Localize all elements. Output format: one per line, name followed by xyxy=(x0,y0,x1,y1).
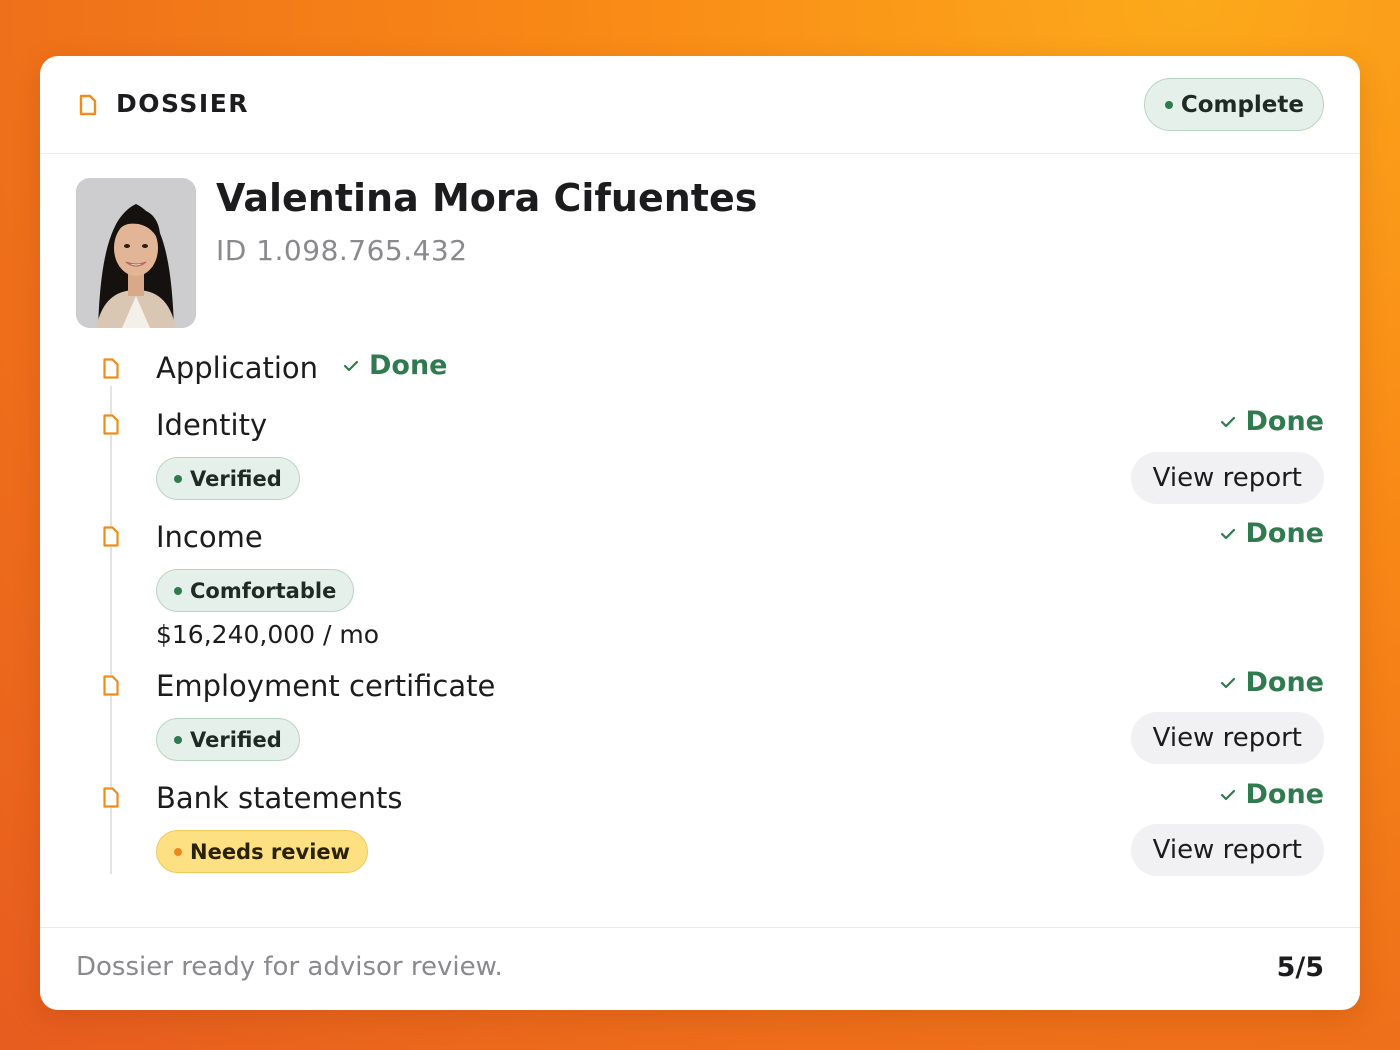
document-icon xyxy=(102,358,120,379)
card-header: DOSSIER Complete xyxy=(40,56,1360,154)
check-icon xyxy=(343,360,359,371)
badge-label: Needs review xyxy=(190,839,351,864)
badge-dot-icon xyxy=(174,586,182,595)
verification-badge: Verified xyxy=(156,718,300,761)
progress-count: 5/5 xyxy=(1276,952,1324,983)
step-title: Income xyxy=(156,520,263,554)
badge-label: Verified xyxy=(190,727,282,752)
status-dot-icon xyxy=(1164,100,1173,109)
step-status-label: Done xyxy=(1245,406,1325,437)
avatar xyxy=(76,178,196,328)
document-icon xyxy=(78,94,98,116)
step-status: Done xyxy=(1220,779,1325,810)
step-status-label: Done xyxy=(369,350,448,381)
verification-badge: Verified xyxy=(156,457,300,500)
status-badge-label: Complete xyxy=(1180,91,1304,118)
card-title: DOSSIER xyxy=(116,89,250,118)
step-title: Application xyxy=(156,351,319,385)
view-report-button[interactable]: View report xyxy=(1130,824,1324,876)
document-icon xyxy=(102,414,120,435)
view-report-button[interactable]: View report xyxy=(1130,712,1324,764)
step-title: Bank statements xyxy=(156,781,403,815)
step-status-label: Done xyxy=(1245,779,1325,810)
applicant-name: Valentina Mora Cifuentes xyxy=(216,176,758,220)
document-icon xyxy=(102,675,120,696)
view-report-button[interactable]: View report xyxy=(1130,452,1324,504)
check-icon xyxy=(1220,677,1235,688)
review-badge: Needs review xyxy=(156,830,369,873)
step-title: Identity xyxy=(156,408,268,442)
badge-dot-icon xyxy=(174,735,182,744)
check-icon xyxy=(1220,789,1235,800)
step-status: Done xyxy=(1220,667,1325,698)
step-status: Done xyxy=(1220,518,1325,549)
monthly-income: $16,240,000 / mo xyxy=(156,620,380,649)
card-footer: Dossier ready for advisor review. 5/5 xyxy=(40,927,1360,1010)
step-title: Employment certificate xyxy=(156,669,496,703)
document-icon xyxy=(102,787,120,808)
badge-dot-icon xyxy=(174,847,182,856)
footer-message: Dossier ready for advisor review. xyxy=(76,952,503,982)
step-status-label: Done xyxy=(1245,518,1325,549)
check-icon xyxy=(1220,528,1235,539)
step-status: Done xyxy=(1220,406,1325,437)
badge-label: Comfortable xyxy=(190,578,337,603)
step-status-label: Done xyxy=(1245,667,1325,698)
badge-dot-icon xyxy=(174,474,182,483)
step-status: Done xyxy=(343,350,448,381)
applicant-id: ID 1.098.765.432 xyxy=(216,234,468,267)
dossier-card: DOSSIER Complete Valentina Mora Cifuente… xyxy=(40,56,1360,1010)
income-level-badge: Comfortable xyxy=(156,569,355,612)
document-icon xyxy=(102,526,120,547)
badge-label: Verified xyxy=(190,466,282,491)
status-badge: Complete xyxy=(1143,78,1324,131)
check-icon xyxy=(1220,416,1235,427)
